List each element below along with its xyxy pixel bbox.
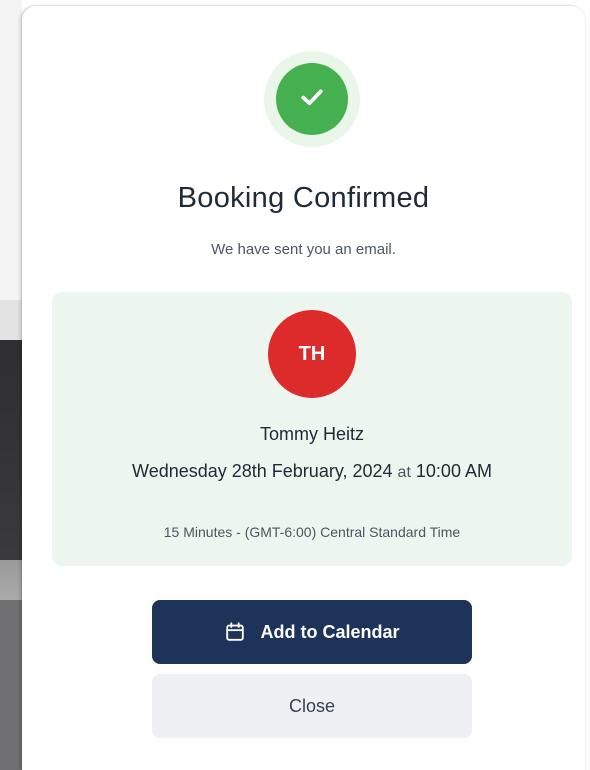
booking-date: Wednesday 28th February, 2024 bbox=[132, 461, 393, 481]
modal-title: Booking Confirmed bbox=[177, 182, 430, 214]
success-circle bbox=[276, 63, 348, 135]
booking-confirmation-modal: Booking Confirmed We have sent you an em… bbox=[22, 6, 585, 770]
host-name: Tommy Heitz bbox=[259, 424, 364, 444]
close-button[interactable]: Close bbox=[152, 674, 472, 738]
add-to-calendar-label: Add to Calendar bbox=[260, 621, 400, 642]
add-to-calendar-button[interactable]: Add to Calendar bbox=[152, 600, 472, 664]
booking-details-card: TH Tommy Heitz Wednesday 28th February, … bbox=[52, 292, 572, 566]
background-page-strip bbox=[0, 0, 22, 770]
background-page-edge bbox=[0, 0, 22, 770]
close-label: Close bbox=[288, 695, 336, 716]
success-indicator bbox=[264, 51, 360, 147]
duration-timezone: 15 Minutes - (GMT-6:00) Central Standard… bbox=[163, 524, 461, 540]
avatar-initials: TH bbox=[298, 342, 326, 365]
background-page-right-edge bbox=[585, 0, 590, 770]
calendar-icon bbox=[224, 621, 246, 643]
booking-datetime: Wednesday 28th February, 2024 at 10:00 A… bbox=[92, 456, 532, 488]
booking-time: 10:00 AM bbox=[415, 461, 492, 481]
check-icon bbox=[297, 82, 327, 117]
at-word: at bbox=[397, 464, 411, 481]
avatar: TH bbox=[268, 310, 356, 398]
modal-subtitle: We have sent you an email. bbox=[211, 241, 396, 258]
